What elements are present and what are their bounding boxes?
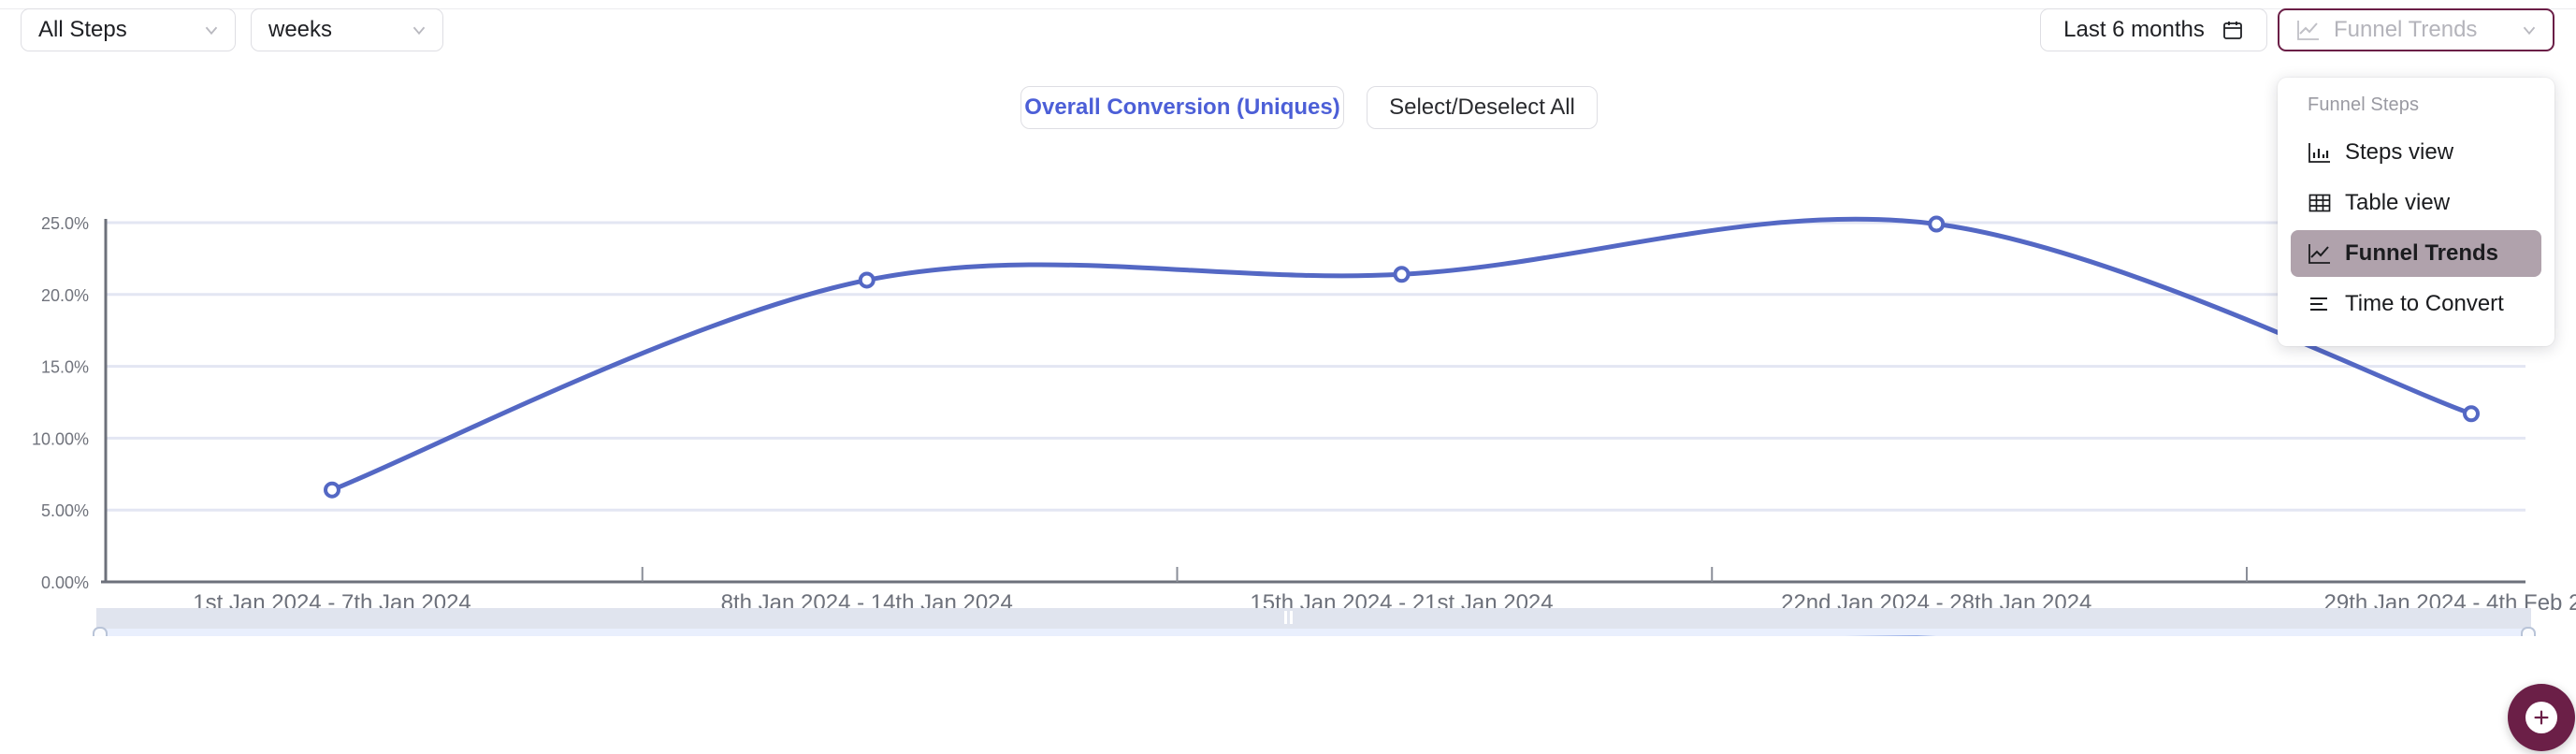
- funnel-trends-chart: 0.00% 5.00% 10.00% 15.0% 20.0% 25.0% 1st Jan …: [0, 112, 2576, 636]
- granularity-select[interactable]: weeks: [251, 8, 443, 51]
- view-type-select[interactable]: Funnel Trends: [2278, 8, 2554, 51]
- chevron-down-icon: [201, 20, 222, 40]
- data-point[interactable]: [324, 481, 340, 499]
- y-axis-tick-label: 15.0%: [41, 358, 89, 377]
- line-chart-icon: [2308, 242, 2332, 265]
- chart-range-brush[interactable]: [93, 608, 2536, 636]
- brush-grip[interactable]: [1290, 611, 1293, 624]
- menu-item-label: Table view: [2345, 190, 2451, 215]
- chart-svg: 0.00%5.00%10.00%15.0%20.0%25.0% 1st Jan …: [32, 214, 2576, 636]
- data-point[interactable]: [858, 271, 876, 289]
- list-icon: [2308, 293, 2332, 315]
- view-type-value: Funnel Trends: [2334, 17, 2478, 42]
- menu-heading: Funnel Steps: [2308, 94, 2420, 115]
- steps-filter-value: All Steps: [38, 17, 127, 42]
- brush-handle-right[interactable]: [2521, 627, 2536, 636]
- chart-x-tick-marks: [641, 567, 2248, 582]
- menu-item-funnel-trends[interactable]: Funnel Trends: [2291, 230, 2541, 277]
- brush-handle-left[interactable]: [93, 627, 108, 636]
- menu-item-steps-view[interactable]: Steps view: [2291, 129, 2541, 176]
- menu-item-time-to-convert[interactable]: Time to Convert: [2291, 281, 2541, 327]
- series-data-points[interactable]: [324, 215, 2480, 499]
- add-button-fab[interactable]: [2508, 684, 2575, 751]
- menu-item-label: Steps view: [2345, 139, 2454, 165]
- y-axis-tick-label: 20.0%: [41, 286, 89, 305]
- chart-gridlines: [106, 221, 2525, 512]
- date-range-picker[interactable]: Last 6 months: [2040, 8, 2267, 51]
- steps-filter-select[interactable]: All Steps: [21, 8, 236, 51]
- data-point[interactable]: [1928, 215, 1946, 233]
- series-line-overall-conversion: [329, 216, 2474, 493]
- chevron-down-icon: [409, 20, 429, 40]
- y-axis-tick-label: 0.00%: [41, 573, 89, 592]
- date-range-value: Last 6 months: [2063, 17, 2205, 42]
- funnel-trends-page: All Steps weeks Last 6 months Funnel Tre…: [0, 0, 2576, 754]
- data-point[interactable]: [2463, 405, 2480, 423]
- menu-item-table-view[interactable]: Table view: [2291, 180, 2541, 226]
- chart-y-axis-labels: 0.00% 5.00% 10.00% 15.0% 20.0% 25.0%: [32, 214, 89, 592]
- menu-item-label: Funnel Trends: [2345, 240, 2499, 266]
- plus-icon: [2525, 702, 2557, 733]
- granularity-value: weeks: [268, 17, 333, 42]
- brush-top-bar[interactable]: [96, 608, 2531, 629]
- y-axis-tick-label: 25.0%: [41, 214, 89, 233]
- y-axis-tick-label: 5.00%: [41, 501, 89, 520]
- menu-item-label: Time to Convert: [2345, 291, 2504, 316]
- calendar-icon: [2221, 19, 2244, 41]
- brush-grip[interactable]: [1284, 611, 1287, 624]
- data-point[interactable]: [1393, 266, 1411, 283]
- brush-track[interactable]: [96, 629, 2531, 636]
- y-axis-tick-label: 10.00%: [32, 429, 89, 448]
- chevron-down-icon: [2519, 20, 2540, 40]
- line-chart-icon: [2296, 19, 2321, 41]
- view-type-menu: Funnel Steps Steps view Table view Funne…: [2278, 78, 2554, 346]
- table-icon: [2308, 192, 2332, 214]
- bar-chart-icon: [2308, 141, 2332, 164]
